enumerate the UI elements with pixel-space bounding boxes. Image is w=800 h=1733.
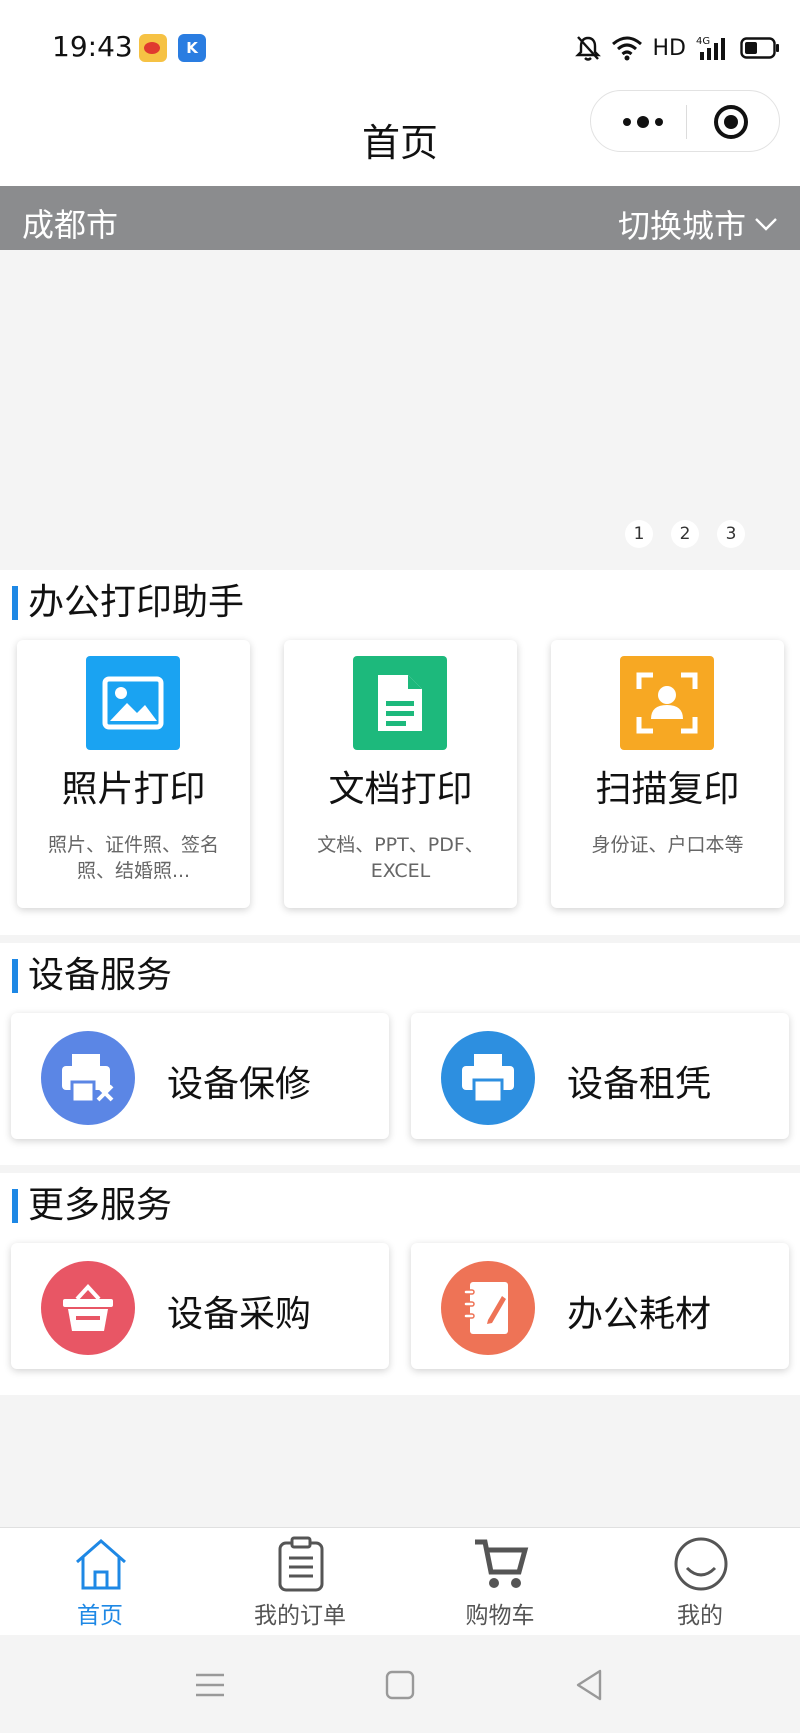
home-icon [76, 1539, 126, 1590]
city-bar: 成都市 切换城市 [0, 186, 800, 250]
basket-icon [41, 1261, 135, 1355]
carousel-dot[interactable]: 2 [671, 520, 699, 548]
tab-home[interactable]: 首页 [0, 1528, 200, 1636]
smile-icon [674, 1537, 728, 1591]
signal-4g-icon: 4G [696, 36, 725, 60]
device-repair-card[interactable]: 设备保修 [11, 1013, 389, 1139]
printer-icon [441, 1031, 535, 1125]
header: 首页 [0, 90, 800, 186]
photo-icon [86, 656, 180, 750]
bottom-tab-bar: 首页 我的订单 购物车 我的 [0, 1527, 800, 1635]
tab-me[interactable]: 我的 [600, 1528, 800, 1636]
tab-label: 首页 [77, 1603, 123, 1629]
document-icon [353, 656, 447, 750]
k-app-icon [178, 34, 206, 62]
switch-city-button[interactable]: 切换城市 [618, 201, 778, 247]
home-nav-icon[interactable] [380, 1665, 420, 1705]
system-nav-bar [0, 1635, 800, 1733]
switch-city-label: 切换城市 [617, 207, 746, 245]
more-icon [623, 116, 663, 128]
photo-print-card[interactable]: 照片打印 照片、证件照、签名照、结婚照... [17, 640, 250, 908]
print-section: 办公打印助手 照片打印 照片、证件照、签名照、结婚照... 文档打印 文档、PP… [0, 570, 800, 935]
close-button[interactable] [701, 91, 761, 153]
svg-text:4G: 4G [696, 36, 710, 47]
wifi-icon [611, 36, 642, 61]
banner-carousel[interactable]: 1 2 3 [0, 250, 800, 570]
more-button[interactable] [615, 91, 671, 153]
recent-apps-icon[interactable] [190, 1665, 230, 1705]
carousel-dot[interactable]: 1 [625, 520, 653, 548]
menu-capsule [590, 90, 780, 152]
card-description: 身份证、户口本等 [591, 834, 744, 856]
carousel-dot[interactable]: 3 [717, 520, 745, 548]
service-label: 办公耗材 [567, 1294, 712, 1335]
service-label: 设备保修 [167, 1064, 312, 1105]
close-target-icon [714, 105, 748, 139]
tab-label: 我的 [677, 1603, 723, 1629]
section-title: 更多服务 [12, 1188, 172, 1224]
back-nav-icon[interactable] [570, 1665, 610, 1705]
service-label: 设备采购 [167, 1294, 312, 1335]
card-description: 照片、证件照、签名照、结婚照... [47, 834, 219, 882]
device-rental-card[interactable]: 设备租凭 [411, 1013, 789, 1139]
printer-repair-icon [41, 1031, 135, 1125]
card-title: 照片打印 [61, 769, 206, 810]
scan-person-icon [620, 656, 714, 750]
mute-icon [574, 36, 601, 61]
card-title: 文档打印 [328, 769, 473, 810]
current-city: 成都市 [22, 206, 119, 244]
clipboard-icon [278, 1536, 324, 1592]
tab-my-orders[interactable]: 我的订单 [200, 1528, 400, 1636]
tab-cart[interactable]: 购物车 [400, 1528, 600, 1636]
card-title: 扫描复印 [595, 769, 740, 810]
chevron-down-icon [755, 218, 777, 231]
status-indicators: HD 4G [574, 32, 780, 64]
battery-icon [740, 37, 779, 59]
card-description: 文档、PPT、PDF、EXCEL [317, 834, 484, 882]
status-bar: 19:43 HD 4G [0, 0, 800, 90]
capsule-divider [686, 105, 687, 139]
cart-icon [475, 1539, 529, 1588]
status-time: 19:43 [52, 30, 133, 63]
service-label: 设备租凭 [567, 1064, 712, 1105]
scan-copy-card[interactable]: 扫描复印 身份证、户口本等 [551, 640, 784, 908]
document-print-card[interactable]: 文档打印 文档、PPT、PDF、EXCEL [284, 640, 517, 908]
weibo-icon [139, 34, 167, 62]
tab-label: 我的订单 [254, 1603, 346, 1629]
section-title: 办公打印助手 [12, 585, 244, 621]
notebook-pen-icon [441, 1261, 535, 1355]
device-purchase-card[interactable]: 设备采购 [11, 1243, 389, 1369]
section-title: 设备服务 [12, 958, 172, 994]
device-service-section: 设备服务 设备保修 设备租凭 [0, 943, 800, 1165]
office-supplies-card[interactable]: 办公耗材 [411, 1243, 789, 1369]
network-label: HD [652, 35, 686, 61]
tab-label: 购物车 [465, 1603, 535, 1629]
carousel-indicators: 1 2 3 [625, 520, 745, 548]
more-services-section: 更多服务 设备采购 办公耗材 [0, 1173, 800, 1395]
